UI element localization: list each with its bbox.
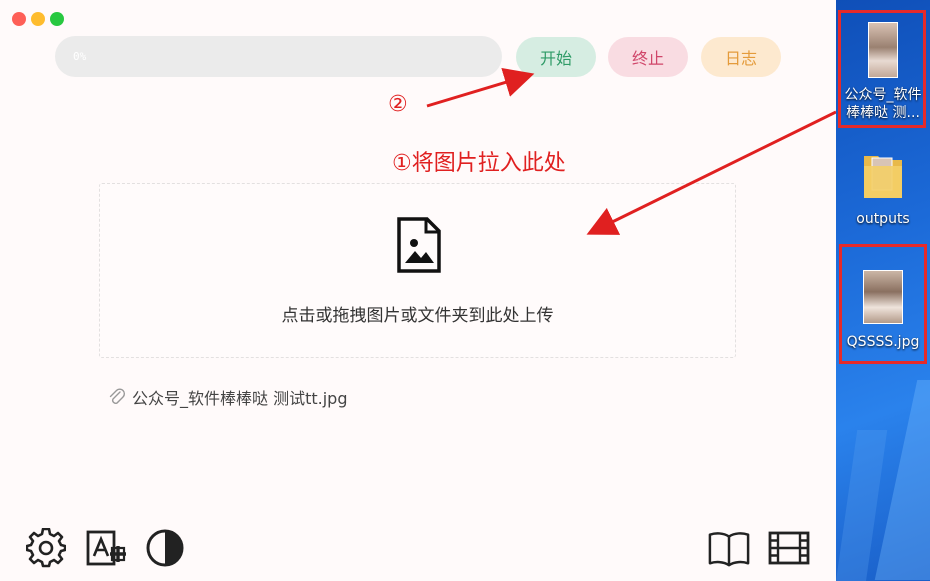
wallpaper-beam <box>874 380 930 580</box>
stop-button[interactable]: 终止 <box>608 37 688 77</box>
progress-bar: 0% <box>55 36 502 77</box>
font-settings-button[interactable] <box>85 527 127 569</box>
book-icon <box>708 532 750 567</box>
progress-text: 0% <box>73 50 87 63</box>
app-window: 0% 开始 终止 日志 ② ①将图片拉入此处 点击或拖拽图片或文件夹到此处上传 … <box>0 0 836 581</box>
paperclip-icon <box>109 388 126 404</box>
settings-button[interactable] <box>25 527 67 569</box>
upload-dropzone[interactable]: 点击或拖拽图片或文件夹到此处上传 <box>99 183 736 358</box>
window-controls <box>12 12 64 26</box>
contrast-icon <box>146 529 184 567</box>
annotation-step-2: ② <box>388 92 408 117</box>
maximize-window-button[interactable] <box>50 12 64 26</box>
log-button[interactable]: 日志 <box>701 37 781 77</box>
desktop-panel: 公众号_软件 棒棒哒 测... outputs QSSSS.jpg <box>836 0 930 581</box>
docs-button[interactable] <box>708 527 750 569</box>
file-name: 公众号_软件棒棒哒 测试tt.jpg <box>132 389 348 408</box>
annotation-step-1: ①将图片拉入此处 <box>392 151 566 176</box>
close-window-button[interactable] <box>12 12 26 26</box>
film-icon <box>768 531 810 565</box>
uploaded-file-item[interactable]: 公众号_软件棒棒哒 测试tt.jpg <box>108 385 347 409</box>
video-tutorial-button[interactable] <box>768 527 810 569</box>
gear-icon <box>26 528 66 568</box>
desktop-icon-label: outputs <box>856 211 910 227</box>
dropzone-hint: 点击或拖拽图片或文件夹到此处上传 <box>281 306 554 326</box>
start-button[interactable]: 开始 <box>516 37 596 77</box>
image-file-icon <box>397 217 441 273</box>
minimize-window-button[interactable] <box>31 12 45 26</box>
highlight-box <box>838 10 926 128</box>
arrow-to-start <box>426 67 535 108</box>
highlight-box <box>839 244 927 364</box>
font-icon <box>86 530 126 566</box>
theme-toggle-button[interactable] <box>144 527 186 569</box>
desktop-icon-outputs-folder[interactable]: outputs <box>836 148 930 228</box>
folder-icon <box>862 148 904 202</box>
